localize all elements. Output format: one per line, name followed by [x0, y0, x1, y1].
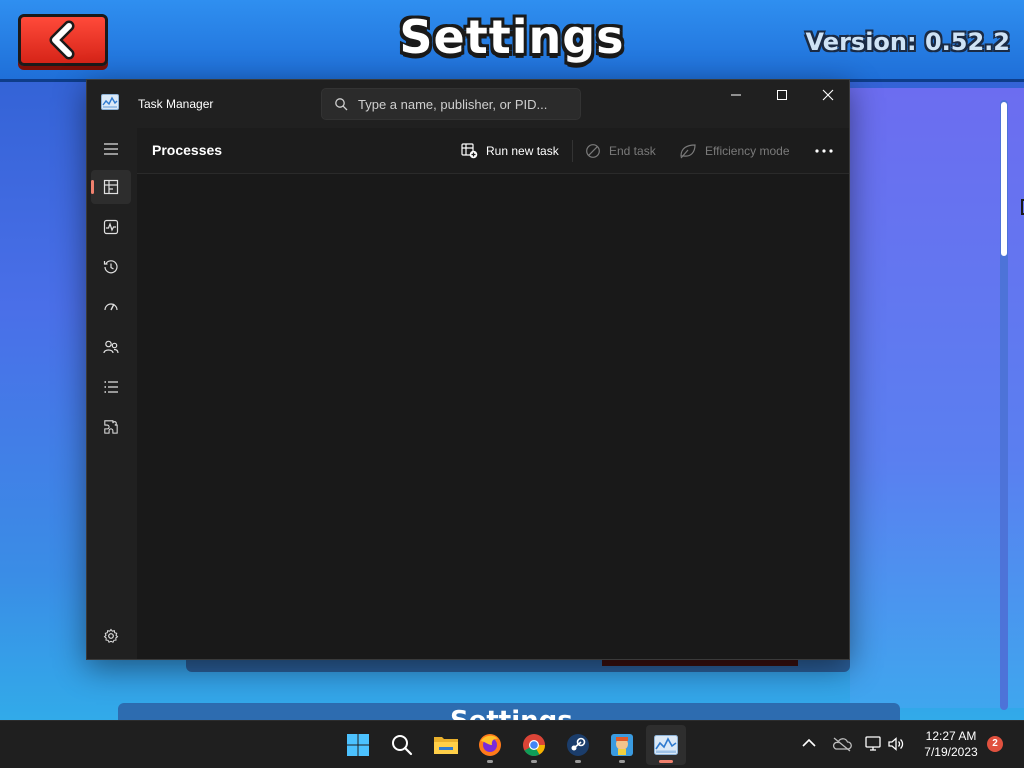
run-new-task-label: Run new task — [486, 144, 559, 158]
nav-item-services[interactable] — [91, 410, 131, 444]
search-icon — [392, 735, 413, 756]
run-new-task-icon — [461, 143, 478, 159]
services-icon — [104, 420, 118, 434]
task-manager-window: Task Manager Type a name, publisher, or … — [86, 79, 850, 660]
details-icon — [104, 381, 118, 393]
running-indicator — [487, 760, 493, 763]
taskbar-search-button[interactable] — [382, 725, 422, 765]
end-task-icon — [586, 144, 600, 158]
end-task-button[interactable]: End task — [579, 136, 662, 166]
nav-item-users[interactable] — [91, 330, 131, 364]
more-options-button[interactable] — [807, 136, 841, 166]
search-input[interactable] — [358, 89, 576, 119]
running-indicator — [575, 760, 581, 763]
close-button[interactable] — [805, 80, 851, 110]
steam-button[interactable] — [558, 725, 598, 765]
game-button[interactable] — [602, 725, 642, 765]
page-title: Processes — [152, 142, 223, 158]
windows-start-icon — [347, 734, 369, 756]
firefox-icon — [479, 734, 501, 756]
file-explorer-button[interactable] — [426, 725, 466, 765]
clock-date: 7/19/2023 — [924, 745, 978, 759]
processes-page: Processes Run new task End task Efficien… — [137, 128, 849, 659]
game-icon — [611, 734, 633, 756]
game-version: Version: 0.52.2 — [805, 28, 1010, 56]
toolbar-separator — [572, 140, 573, 162]
users-icon — [103, 340, 119, 354]
efficiency-mode-button[interactable]: Efficiency mode — [673, 136, 796, 166]
settings-card-accent — [602, 660, 798, 666]
navigation-sidebar — [87, 128, 137, 659]
task-manager-icon — [101, 94, 119, 110]
nav-item-performance[interactable] — [91, 210, 131, 244]
active-indicator — [659, 760, 673, 763]
chrome-button[interactable] — [514, 725, 554, 765]
clock[interactable]: 12:27 AM 7/19/2023 — [912, 728, 990, 760]
nav-item-details[interactable] — [91, 370, 131, 404]
efficiency-mode-label: Efficiency mode — [705, 144, 790, 158]
maximize-icon — [777, 90, 787, 100]
close-icon — [822, 89, 834, 101]
more-icon — [815, 149, 833, 153]
nav-item-processes[interactable] — [91, 170, 131, 204]
processes-icon — [103, 179, 119, 195]
gear-icon — [103, 628, 119, 643]
task-manager-taskbar-button[interactable] — [646, 725, 686, 765]
window-title: Task Manager — [138, 97, 214, 111]
start-button[interactable] — [338, 725, 378, 765]
leaf-icon — [680, 144, 696, 159]
chrome-icon — [523, 734, 545, 756]
end-task-label: End task — [609, 144, 656, 158]
app-history-icon — [103, 260, 118, 274]
network-icon[interactable] — [864, 735, 882, 753]
settings-panel — [850, 88, 1024, 708]
search-icon — [335, 98, 348, 111]
search-box[interactable] — [321, 88, 581, 120]
folder-icon — [434, 737, 458, 754]
performance-icon — [103, 219, 119, 235]
title-bar[interactable]: Task Manager — [87, 80, 849, 128]
clock-time: 12:27 AM — [925, 729, 977, 743]
minimize-icon — [731, 94, 741, 96]
run-new-task-button[interactable]: Run new task — [455, 136, 565, 166]
firefox-button[interactable] — [470, 725, 510, 765]
task-manager-icon — [654, 735, 678, 755]
hamburger-icon — [104, 143, 118, 155]
notification-badge[interactable]: 2 — [987, 736, 1003, 752]
command-bar: Processes Run new task End task Efficien… — [137, 128, 849, 174]
volume-icon[interactable] — [887, 735, 905, 753]
maximize-button[interactable] — [759, 80, 805, 110]
nav-item-startup-apps[interactable] — [91, 290, 131, 324]
chevron-up-icon[interactable] — [800, 734, 818, 752]
nav-item-app-history[interactable] — [91, 250, 131, 284]
running-indicator — [531, 760, 537, 763]
nav-item-settings[interactable] — [91, 619, 131, 653]
onedrive-icon[interactable] — [832, 736, 852, 752]
settings-scrollbar-thumb[interactable] — [1001, 102, 1007, 256]
running-indicator — [619, 760, 625, 763]
hamburger-menu-button[interactable] — [91, 132, 131, 166]
startup-apps-icon — [104, 303, 118, 311]
steam-icon — [567, 734, 589, 756]
minimize-button[interactable] — [713, 80, 759, 110]
